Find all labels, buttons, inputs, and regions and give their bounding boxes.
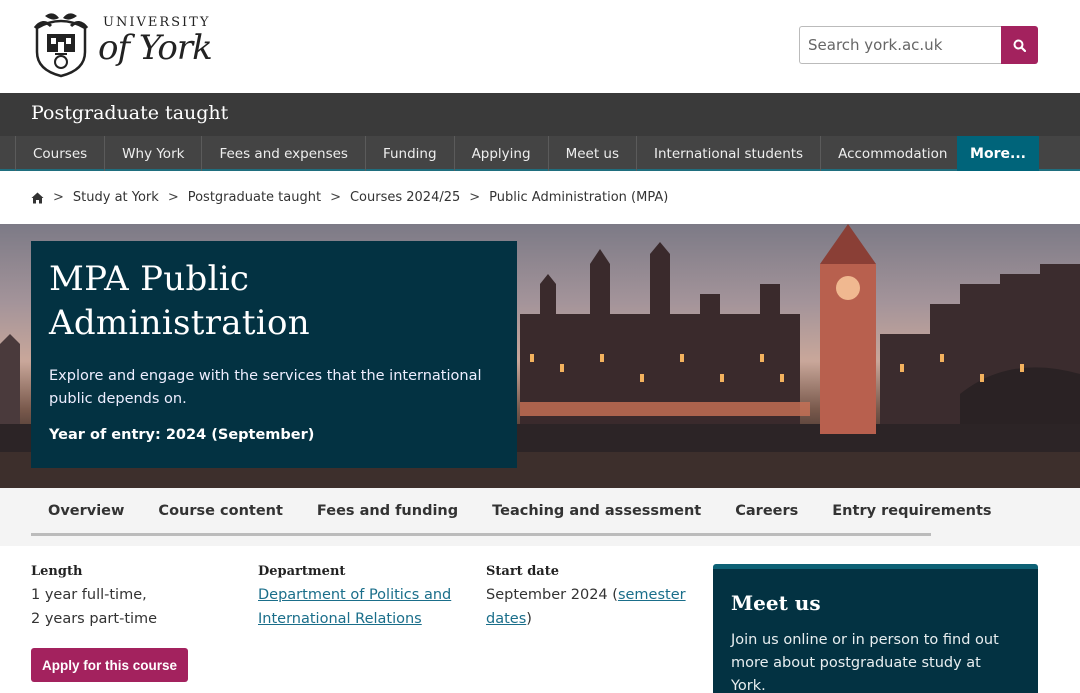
main-nav: Courses Why York Fees and expenses Fundi… [0, 136, 1080, 171]
breadcrumb-separator: > [330, 190, 341, 205]
nav-more-button[interactable]: More... [957, 136, 1039, 171]
breadcrumb-courses[interactable]: Courses 2024/25 [350, 190, 460, 205]
tab-course-content[interactable]: Course content [141, 488, 300, 533]
course-tabs-bar: Overview Course content Fees and funding… [0, 488, 1080, 546]
hero-description: Explore and engage with the services tha… [49, 368, 482, 407]
start-date-text: September 2024 ( [486, 587, 618, 603]
length-label: Length [31, 564, 83, 579]
tab-teaching-and-assessment[interactable]: Teaching and assessment [475, 488, 718, 533]
breadcrumb-separator: > [469, 190, 481, 205]
start-date-label: Start date [486, 564, 559, 579]
nav-item-why-york[interactable]: Why York [104, 136, 201, 171]
breadcrumb-separator: > [53, 190, 64, 205]
search-input[interactable] [799, 26, 1002, 64]
breadcrumb-separator: > [167, 190, 179, 205]
page-title: MPA Public Administration [49, 257, 499, 345]
tab-fees-and-funding[interactable]: Fees and funding [300, 488, 475, 533]
hero-panel: MPA Public Administration Explore and en… [31, 241, 517, 468]
length-detail: Length 1 year full-time, 2 years part-ti… [31, 564, 241, 631]
nav-item-accommodation[interactable]: Accommodation [820, 136, 957, 171]
nav-items: Courses Why York Fees and expenses Fundi… [15, 136, 957, 171]
breadcrumb: > Study at York > Postgraduate taught > … [31, 190, 668, 205]
department-detail: Department Department of Politics and In… [258, 564, 458, 631]
nav-item-fees[interactable]: Fees and expenses [201, 136, 365, 171]
search-icon [1013, 39, 1026, 52]
course-tabs: Overview Course content Fees and funding… [31, 488, 992, 536]
tab-entry-requirements[interactable]: Entry requirements [815, 488, 1008, 533]
nav-item-international[interactable]: International students [636, 136, 820, 171]
meet-us-text: Join us online or in person to find out … [731, 632, 999, 693]
breadcrumb-study-at-york[interactable]: Study at York [73, 190, 159, 205]
length-line-1: 1 year full-time, [31, 587, 147, 603]
start-date-detail: Start date September 2024 (semester date… [486, 564, 686, 631]
tab-careers[interactable]: Careers [718, 488, 815, 533]
start-date-close: ) [526, 611, 532, 627]
crest-icon [33, 13, 89, 78]
page-title-line-2: Administration [49, 303, 310, 343]
site-header: UNIVERSITY of York [0, 0, 1080, 93]
page-title-line-1: MPA Public [49, 259, 250, 299]
start-date-value: September 2024 (semester dates) [486, 583, 686, 631]
apply-button[interactable]: Apply for this course [31, 648, 188, 682]
site-search [799, 26, 1039, 64]
search-button[interactable] [1001, 26, 1038, 64]
section-bar: Postgraduate taught [0, 93, 1080, 136]
nav-item-applying[interactable]: Applying [453, 136, 548, 171]
meet-us-title: Meet us [731, 591, 821, 615]
nav-item-funding[interactable]: Funding [364, 136, 454, 171]
breadcrumb-current: Public Administration (MPA) [489, 190, 669, 205]
home-icon[interactable] [31, 192, 44, 204]
hero-banner: MPA Public Administration Explore and en… [0, 224, 1080, 488]
department-value: Department of Politics and International… [258, 583, 458, 631]
nav-item-meet-us[interactable]: Meet us [547, 136, 636, 171]
department-label: Department [258, 564, 346, 579]
tab-overview[interactable]: Overview [31, 488, 141, 533]
department-link[interactable]: Department of Politics and International… [258, 587, 451, 627]
length-line-2: 2 years part-time [31, 611, 158, 627]
logo-york-text: of York [98, 28, 213, 68]
length-value: 1 year full-time, 2 years part-time [31, 583, 241, 631]
section-title[interactable]: Postgraduate taught [31, 102, 228, 124]
year-of-entry: Year of entry: 2024 (September) [49, 427, 315, 443]
meet-us-card[interactable]: Meet us Join us online or in person to f… [713, 564, 1038, 693]
breadcrumb-postgraduate-taught[interactable]: Postgraduate taught [188, 190, 321, 205]
nav-item-courses[interactable]: Courses [15, 136, 104, 171]
